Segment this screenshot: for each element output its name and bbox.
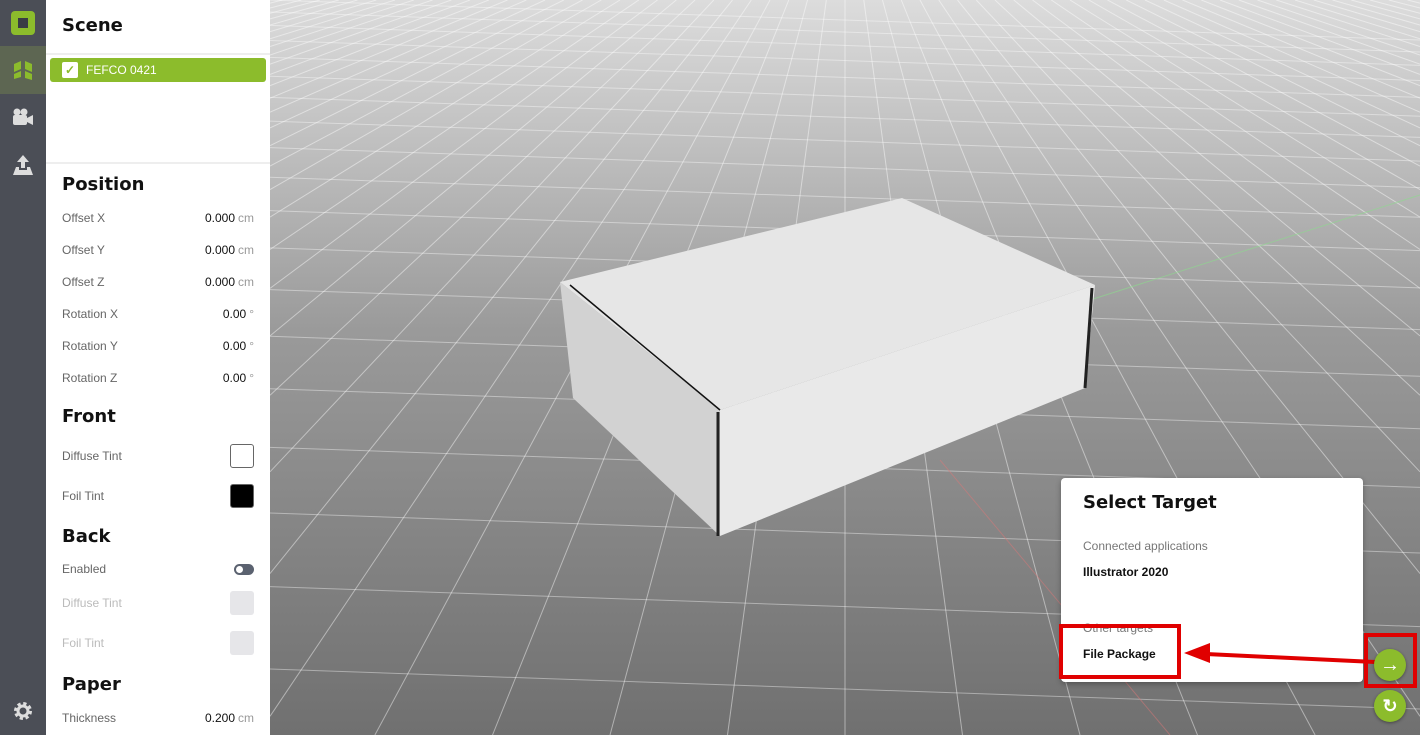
unit: cm xyxy=(238,211,254,225)
scene-item-fefco-0421[interactable]: ✓ FEFCO 0421 xyxy=(50,58,266,82)
highlight-box-file-package xyxy=(1059,624,1181,679)
target-illustrator-2020[interactable]: Illustrator 2020 xyxy=(1083,565,1168,579)
value[interactable]: 0.00 xyxy=(223,339,246,353)
grid-line xyxy=(270,0,621,218)
divider xyxy=(46,162,270,164)
position-row[interactable]: Rotation Z 0.00 ° xyxy=(62,368,254,388)
icon-rail xyxy=(0,0,46,735)
value[interactable]: 0.000 xyxy=(205,243,235,257)
export-icon[interactable] xyxy=(0,142,46,188)
scene-item-label: FEFCO 0421 xyxy=(86,63,157,77)
label: Diffuse Tint xyxy=(62,596,122,610)
app-logo-icon[interactable] xyxy=(0,0,46,46)
grid-line xyxy=(1069,0,1420,218)
unit: cm xyxy=(238,711,254,725)
grid-line xyxy=(270,0,433,56)
back-diffuse-swatch xyxy=(230,591,254,615)
value[interactable]: 0.200 xyxy=(205,711,235,725)
unit: cm xyxy=(238,243,254,257)
properties-panel: Scene ✓ FEFCO 0421 Position Offset X 0.00… xyxy=(46,0,270,735)
back-title: Back xyxy=(62,526,111,547)
front-diffuse-row: Diffuse Tint xyxy=(62,444,254,468)
camera-icon[interactable] xyxy=(0,94,46,140)
label: Offset Z xyxy=(62,275,105,289)
grid-line xyxy=(1089,194,1420,301)
unit: cm xyxy=(238,275,254,289)
dialog-title: Select Target xyxy=(1083,492,1217,513)
divider xyxy=(46,53,270,55)
label: Offset X xyxy=(62,211,106,225)
label: Thickness xyxy=(62,711,117,725)
send-button[interactable]: → xyxy=(1374,649,1406,681)
position-row[interactable]: Offset Z 0.000 cm xyxy=(62,272,254,292)
grid-line xyxy=(1351,0,1420,20)
grid-line xyxy=(270,0,452,65)
grid-line xyxy=(270,0,602,191)
value[interactable]: 0.00 xyxy=(223,307,246,321)
back-foil-row: Foil Tint xyxy=(62,631,254,655)
grid-line xyxy=(1088,0,1420,191)
grid-line xyxy=(1238,0,1420,65)
refresh-icon: ↻ xyxy=(1382,696,1398,716)
back-foil-swatch xyxy=(230,631,254,655)
grid-line xyxy=(1201,0,1420,87)
value[interactable]: 0.00 xyxy=(223,371,246,385)
grid-line xyxy=(1126,0,1420,147)
back-diffuse-row: Diffuse Tint xyxy=(62,591,254,615)
grid-line xyxy=(1388,0,1420,9)
unit: ° xyxy=(249,339,254,353)
front-title: Front xyxy=(62,406,116,427)
model-icon[interactable] xyxy=(0,46,46,94)
label: Enabled xyxy=(62,562,107,576)
position-row[interactable]: Offset Y 0.000 cm xyxy=(62,240,254,260)
label: Rotation Y xyxy=(62,339,118,353)
position-row[interactable]: Rotation Y 0.00 ° xyxy=(62,336,254,356)
label: Diffuse Tint xyxy=(62,449,122,463)
unit: ° xyxy=(249,371,254,385)
grid-line xyxy=(1407,0,1420,4)
thickness-row[interactable]: Thickness 0.200 cm xyxy=(62,708,254,728)
enabled-toggle[interactable] xyxy=(234,563,254,575)
position-row[interactable]: Rotation X 0.00 ° xyxy=(62,304,254,324)
paper-title: Paper xyxy=(62,674,121,695)
grid-line xyxy=(270,0,339,20)
unit: ° xyxy=(249,307,254,321)
settings-icon[interactable] xyxy=(0,688,46,734)
label: Foil Tint xyxy=(62,636,105,650)
diffuse-tint-swatch[interactable] xyxy=(230,444,254,468)
front-foil-row: Foil Tint xyxy=(62,484,254,508)
connected-apps-label: Connected applications xyxy=(1083,539,1208,553)
label: Rotation X xyxy=(62,307,119,321)
grid-line xyxy=(270,0,565,147)
refresh-button[interactable]: ↻ xyxy=(1374,690,1406,722)
label: Foil Tint xyxy=(62,489,105,503)
arrow-right-icon: → xyxy=(1380,654,1400,676)
back-enabled-row: Enabled xyxy=(62,559,254,579)
foil-tint-swatch[interactable] xyxy=(230,484,254,508)
scene-title: Scene xyxy=(62,15,123,36)
position-row[interactable]: Offset X 0.000 cm xyxy=(62,208,254,228)
grid-line xyxy=(270,0,414,47)
grid-line xyxy=(1163,0,1420,113)
grid-line xyxy=(1332,0,1420,26)
annotation-arrow xyxy=(1184,643,1376,664)
checkbox-checked-icon[interactable]: ✓ xyxy=(62,62,78,78)
label: Offset Y xyxy=(62,243,105,257)
label: Rotation Z xyxy=(62,371,118,385)
value[interactable]: 0.000 xyxy=(205,275,235,289)
value[interactable]: 0.000 xyxy=(205,211,235,225)
position-title: Position xyxy=(62,174,145,195)
